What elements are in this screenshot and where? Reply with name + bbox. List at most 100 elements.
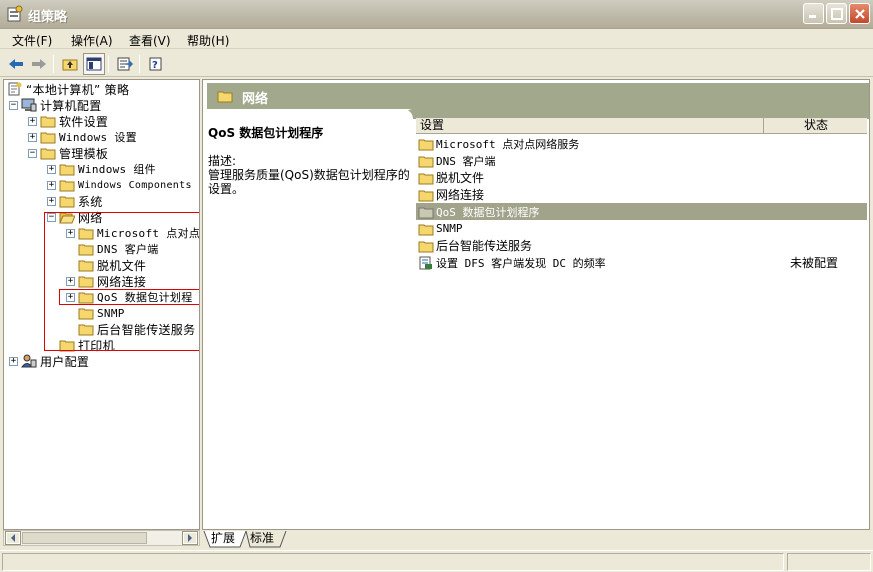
tree-label: “本地计算机” 策略	[26, 82, 130, 97]
collapse-toggle[interactable]: −	[9, 100, 18, 110]
list-item[interactable]: 脱机文件	[416, 169, 867, 186]
help-button[interactable]: ?	[145, 53, 167, 75]
menu-help[interactable]: 帮助(H)	[187, 32, 229, 49]
minimize-icon	[809, 15, 816, 18]
tree-label: 管理模板	[59, 146, 109, 161]
folder-icon	[40, 116, 56, 128]
list-item[interactable]: 后台智能传送服务	[416, 237, 867, 254]
folder-icon	[418, 173, 434, 184]
view-tabs: 扩展 标准	[202, 530, 870, 548]
list-item[interactable]: 设置 DFS 客户端发现 DC 的频率 未被配置	[416, 254, 867, 271]
folder-icon	[59, 196, 75, 208]
list-item-name: Microsoft 点对点网络服务	[436, 137, 580, 151]
close-button[interactable]	[849, 3, 870, 24]
policy-setting-icon	[419, 256, 432, 269]
export-list-button[interactable]	[114, 53, 136, 75]
status-cell-main	[2, 553, 784, 571]
maximize-button[interactable]	[826, 3, 847, 24]
tree-item-windows-components-cn[interactable]: + Windows 组件	[47, 161, 156, 177]
tree-label: Windows 设置	[59, 131, 137, 144]
details-header: 网络	[207, 83, 869, 109]
arrow-left-icon	[11, 534, 15, 542]
folder-icon	[40, 132, 56, 144]
list-item[interactable]: Microsoft 点对点网络服务	[416, 135, 867, 152]
list-item-state: 未被配置	[790, 256, 839, 270]
status-cell-secondary	[787, 553, 871, 571]
description-panel: 描述: 管理服务质量(QoS)数据包计划程序的设置。	[208, 154, 413, 196]
policy-icon	[8, 82, 22, 96]
annotation-box-qos	[59, 289, 199, 305]
forward-button[interactable]	[28, 53, 50, 75]
folder-icon	[418, 139, 434, 150]
list-header: 设置 状态	[416, 118, 867, 134]
folder-icon	[418, 207, 434, 218]
list-item-selected[interactable]: QoS 数据包计划程序	[416, 203, 867, 220]
expand-toggle[interactable]: +	[28, 116, 37, 126]
menu-action[interactable]: 操作(A)	[71, 32, 113, 49]
expand-toggle[interactable]: +	[9, 356, 18, 366]
title-bar[interactable]: 组策略	[0, 0, 873, 29]
app-icon	[7, 5, 23, 22]
list-item[interactable]: 网络连接	[416, 186, 867, 203]
computer-icon	[21, 98, 37, 112]
menu-bar: 文件(F) 操作(A) 查看(V) 帮助(H)	[0, 29, 873, 49]
expand-toggle[interactable]: +	[28, 132, 37, 142]
list-item-name: SNMP	[436, 222, 463, 235]
tree-item-windows-settings[interactable]: + Windows 设置	[28, 129, 137, 145]
folder-icon	[217, 91, 233, 103]
tree-pane[interactable]: “本地计算机” 策略 − 计算机配置 + 软件设置 + Windows 设置 −…	[3, 79, 200, 530]
column-header-setting[interactable]: 设置	[416, 118, 764, 134]
list-item-name: 后台智能传送服务	[436, 239, 533, 253]
forward-icon	[32, 59, 46, 69]
description-title: QoS 数据包计划程序	[208, 126, 324, 140]
tree-label: 用户配置	[40, 354, 90, 369]
folder-icon	[418, 224, 434, 235]
export-list-icon	[117, 57, 133, 71]
help-icon: ?	[149, 57, 162, 71]
status-bar	[0, 550, 873, 572]
tab-standard[interactable]: 标准	[250, 531, 274, 547]
list-item[interactable]: DNS 客户端	[416, 152, 867, 169]
scroll-left-button[interactable]	[5, 531, 21, 545]
folder-icon	[418, 156, 434, 167]
up-level-button[interactable]	[59, 53, 81, 75]
show-hide-tree-button[interactable]	[83, 53, 105, 75]
list-item-name: 设置 DFS 客户端发现 DC 的频率	[436, 256, 606, 270]
menu-view[interactable]: 查看(V)	[129, 32, 171, 49]
folder-icon	[418, 190, 434, 201]
tree-label: Windows 组件	[78, 163, 156, 176]
expand-toggle[interactable]: +	[47, 196, 56, 206]
list-item[interactable]: SNMP	[416, 220, 867, 237]
scroll-right-button[interactable]	[182, 531, 198, 545]
details-header-title: 网络	[242, 92, 269, 107]
column-header-state[interactable]: 状态	[765, 118, 867, 134]
tab-extended[interactable]: 扩展	[211, 531, 235, 547]
tree-horizontal-scrollbar[interactable]	[3, 530, 200, 546]
minimize-button[interactable]	[803, 3, 824, 24]
tree-item-root[interactable]: “本地计算机” 策略	[7, 81, 129, 97]
tree-label: Windows Components	[78, 179, 192, 191]
back-icon	[9, 59, 23, 69]
expand-toggle[interactable]: +	[47, 180, 56, 190]
up-folder-icon	[62, 59, 78, 71]
expand-toggle[interactable]: +	[47, 164, 56, 174]
tree-item-system[interactable]: + 系统	[47, 193, 103, 209]
folder-icon	[40, 148, 56, 160]
toolbar: ?	[0, 51, 873, 77]
back-button[interactable]	[5, 53, 27, 75]
tree-item-windows-components-en[interactable]: + Windows Components	[47, 177, 192, 193]
tree-item-computer-config[interactable]: − 计算机配置	[9, 97, 102, 113]
folder-icon	[59, 164, 75, 176]
collapse-toggle[interactable]: −	[28, 148, 37, 158]
show-tree-icon	[86, 57, 102, 71]
tree-item-software-settings[interactable]: + 软件设置	[28, 113, 108, 129]
tree-item-admin-templates[interactable]: − 管理模板	[28, 145, 108, 161]
tree-item-user-config[interactable]: + 用户配置	[9, 353, 89, 369]
maximize-icon	[830, 7, 843, 20]
details-pane[interactable]: 网络 QoS 数据包计划程序 描述: 管理服务质量(QoS)数据包计划程序的设置…	[202, 79, 870, 530]
description-text: 管理服务质量(QoS)数据包计划程序的设置。	[208, 168, 410, 196]
tree-label: 计算机配置	[40, 98, 102, 113]
scroll-thumb[interactable]	[22, 532, 147, 544]
tree-label: 系统	[78, 194, 103, 209]
menu-file[interactable]: 文件(F)	[12, 32, 52, 49]
